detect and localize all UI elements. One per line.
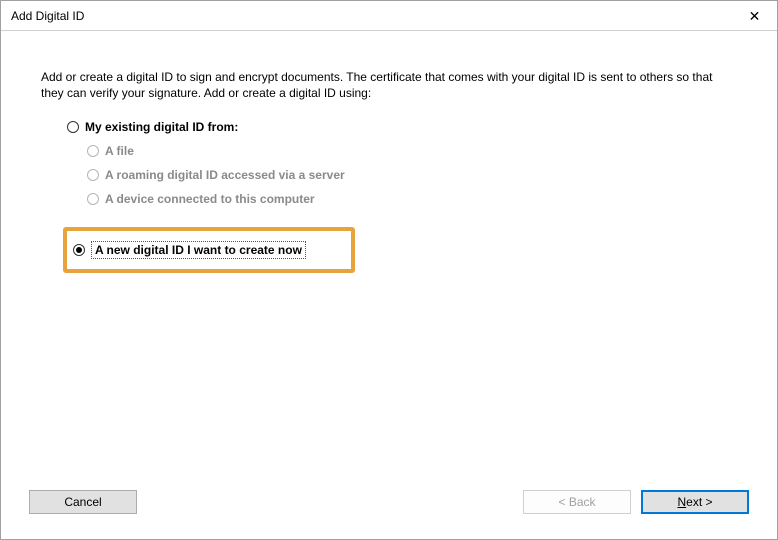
- back-button: < Back: [523, 490, 631, 514]
- dialog-title: Add Digital ID: [11, 9, 84, 23]
- radio-new-label: A new digital ID I want to create now: [91, 241, 306, 259]
- radio-icon: [87, 145, 99, 157]
- next-button[interactable]: Next >: [641, 490, 749, 514]
- radio-sub-device: A device connected to this computer: [87, 187, 737, 211]
- next-button-label: Next >: [677, 495, 712, 509]
- add-digital-id-dialog: Add Digital ID ✕ Add or create a digital…: [0, 0, 778, 540]
- button-bar: Cancel < Back Next >: [1, 479, 777, 539]
- intro-text: Add or create a digital ID to sign and e…: [41, 69, 737, 101]
- options-group: My existing digital ID from: A file A ro…: [41, 115, 737, 211]
- radio-sub-file-label: A file: [105, 144, 134, 158]
- highlight-box: A new digital ID I want to create now: [63, 227, 355, 273]
- radio-icon: [67, 121, 79, 133]
- radio-sub-device-label: A device connected to this computer: [105, 192, 315, 206]
- radio-icon: [87, 193, 99, 205]
- titlebar: Add Digital ID ✕: [1, 1, 777, 31]
- radio-new-id[interactable]: A new digital ID I want to create now: [73, 241, 345, 259]
- dialog-content: Add or create a digital ID to sign and e…: [1, 31, 777, 479]
- radio-existing-label: My existing digital ID from:: [85, 120, 238, 134]
- radio-sub-roaming-label: A roaming digital ID accessed via a serv…: [105, 168, 345, 182]
- radio-icon: [87, 169, 99, 181]
- close-button[interactable]: ✕: [732, 1, 777, 31]
- close-icon: ✕: [749, 8, 761, 25]
- radio-sub-file: A file: [87, 139, 737, 163]
- radio-sub-roaming: A roaming digital ID accessed via a serv…: [87, 163, 737, 187]
- radio-existing-id[interactable]: My existing digital ID from:: [67, 115, 737, 139]
- cancel-button[interactable]: Cancel: [29, 490, 137, 514]
- radio-icon-selected: [73, 244, 85, 256]
